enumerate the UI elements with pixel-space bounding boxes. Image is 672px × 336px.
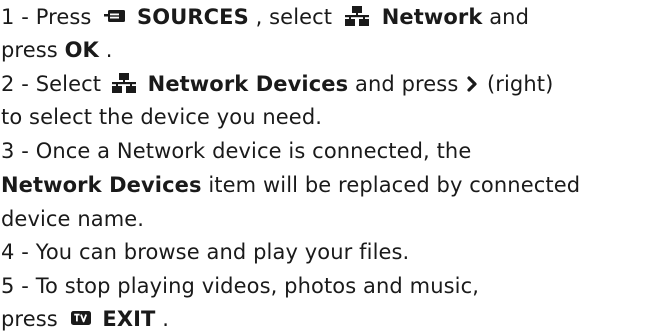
- network-icon: [111, 73, 136, 93]
- step-3-line-2-suffix: item will be replaced by connected: [208, 173, 581, 197]
- tv-icon: [70, 311, 91, 325]
- network-devices-label: Network Devices: [147, 72, 349, 96]
- step-1-prefix: 1 - Press: [1, 5, 99, 29]
- step-3-line-2: Network Devices item will be replaced by…: [1, 173, 580, 197]
- step-4-line-1: 4 - You can browse and play your files.: [1, 240, 409, 264]
- step-1-line-2: press OK .: [1, 38, 112, 62]
- step-5-line-1: 5 - To stop playing videos, photos and m…: [1, 274, 479, 298]
- sources-icon: [104, 9, 126, 23]
- step-1-mid: , select: [255, 5, 339, 29]
- network-icon: [344, 6, 369, 26]
- step-2-line-2: to select the device you need.: [1, 105, 322, 129]
- network-label: Network: [381, 5, 483, 29]
- step-1-suffix: and: [489, 5, 529, 29]
- step-5-line-2-suffix: .: [162, 307, 170, 331]
- step-4-text: 4 - You can browse and play your files.: [1, 240, 410, 264]
- step-2-suffix: (right): [486, 72, 554, 96]
- step-5-line-1-text: 5 - To stop playing videos, photos and m…: [1, 274, 479, 298]
- step-1-line-1: 1 - Press SOURCES , select Network and: [1, 5, 529, 29]
- exit-label: EXIT: [102, 307, 156, 331]
- instructions-document: 1 - Press SOURCES , select Network and p…: [1, 0, 669, 336]
- network-devices-label: Network Devices: [1, 173, 202, 197]
- step-1-line-2-prefix: press: [1, 38, 65, 62]
- sources-label: SOURCES: [137, 5, 249, 29]
- step-3-line-3: device name.: [1, 207, 144, 231]
- step-2-prefix: 2 - Select: [1, 72, 108, 96]
- step-2-line-2-text: to select the device you need.: [1, 105, 323, 129]
- step-3-line-3-text: device name.: [1, 207, 145, 231]
- step-3-line-1: 3 - Once a Network device is connected, …: [1, 139, 471, 163]
- step-2-mid: and press: [355, 72, 466, 96]
- ok-label: OK: [64, 38, 99, 62]
- step-5-line-2-prefix: press: [1, 307, 65, 331]
- step-1-line-2-suffix: .: [105, 38, 113, 62]
- chevron-right-icon: [467, 76, 478, 92]
- step-5-line-2: press EXIT .: [1, 307, 169, 331]
- step-3-line-1-text: 3 - Once a Network device is connected, …: [1, 139, 472, 163]
- step-2-line-1: 2 - Select Network Devices and press (ri…: [1, 72, 553, 96]
